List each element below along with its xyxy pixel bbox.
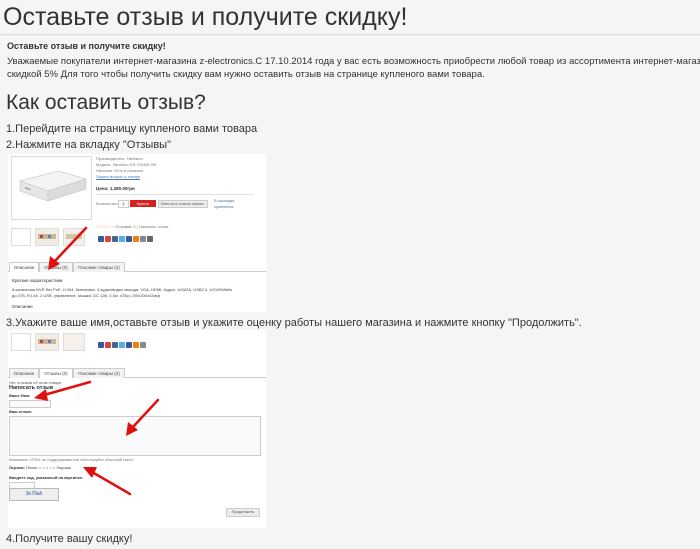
odnoklassniki-share-icon[interactable] (133, 236, 139, 242)
wishlist-button[interactable]: Внести в список желан. (158, 200, 208, 208)
share-icon[interactable] (126, 236, 132, 242)
manufacturer: Производитель: Hikvision (96, 156, 143, 161)
desc-text-2: до 4ТБ, RJ-45, 2 USB, управление, мышка,… (12, 293, 161, 298)
red-arrow-icon (126, 398, 160, 436)
intro-line-1: Уважаемые покупатели интернет-магазина z… (7, 56, 700, 67)
review-label: Ваш отзыв: (9, 409, 33, 414)
ask-question-link[interactable]: Задать вопрос о товаре (96, 174, 140, 179)
screenshot-product-page: Производитель: Hikvision Модель: Hikvisi… (8, 154, 266, 312)
board-image (38, 339, 56, 344)
qty-label: Количество: (96, 201, 119, 206)
nvr-device-image (18, 170, 88, 202)
intro-text: Уважаемые покупатели интернет-магазина z… (7, 55, 700, 81)
star-rating-icon: ☆☆☆☆☆ (96, 224, 114, 229)
red-arrow-icon (83, 467, 132, 496)
twitter-share-icon[interactable] (119, 342, 125, 348)
rating-radio[interactable]: ○ (49, 465, 51, 470)
rating-radio[interactable]: ○ (46, 465, 48, 470)
rating-radio[interactable]: ○ (39, 465, 41, 470)
twitter-share-icon[interactable] (119, 236, 125, 242)
captcha-image: 3e79ab (9, 488, 59, 501)
step-3: 3.Укажите ваше имя,оставьте отзыв и укаж… (6, 317, 582, 329)
page-title: Оставьте отзыв и получите скидку! (3, 3, 408, 31)
rating-radio[interactable]: ○ (53, 465, 55, 470)
product-image (11, 156, 92, 220)
buy-button[interactable]: Купить (130, 200, 156, 207)
desc-footer: Описание (12, 304, 33, 309)
product-thumbnail[interactable] (11, 333, 31, 351)
product-thumbnail[interactable] (63, 333, 85, 351)
share-icon[interactable] (147, 236, 153, 242)
share-icon[interactable] (126, 342, 132, 348)
rating-radio[interactable]: ○ (42, 465, 44, 470)
continue-button[interactable]: Продолжить (226, 508, 260, 517)
bookmarks-link[interactable]: В закладки (214, 198, 235, 203)
product-thumbnail[interactable] (11, 228, 31, 246)
red-arrow-icon (34, 380, 92, 401)
step-1: 1.Перейдите на страницу купленого вами т… (6, 123, 258, 135)
title-divider (0, 34, 700, 35)
intro-line-2: скидкой 5% Для того чтобы получить скидк… (7, 69, 485, 80)
facebook-share-icon[interactable] (98, 342, 104, 348)
facebook-share-icon[interactable] (98, 236, 104, 242)
product-thumbnail[interactable] (35, 333, 59, 351)
red-arrow-icon (48, 226, 88, 270)
share-icon[interactable] (105, 236, 111, 242)
desc-heading: Краткие характеристики (12, 278, 63, 283)
share-icon[interactable] (140, 236, 146, 242)
screenshot-review-form: Описание Отзывы (0) Похожие товары (2) Н… (8, 330, 266, 528)
divider (96, 194, 254, 195)
compare-link[interactable]: сравнение (214, 204, 234, 209)
step-4: 4.Получите вашу скидку! (6, 533, 133, 545)
vk-share-icon[interactable] (112, 342, 118, 348)
share-icon[interactable] (105, 342, 111, 348)
qty-input[interactable]: 1 (118, 200, 129, 208)
share-icon[interactable] (140, 342, 146, 348)
intro-heading: Оставьте отзыв и получите скидку! (7, 41, 166, 51)
model: Модель: Hikvision DS-7104NI-SN (96, 162, 157, 167)
availability: Наличие: Есть в наличии (96, 168, 143, 173)
tab-description[interactable]: Описание (9, 262, 39, 272)
desc-text: 8-канальная NVR без PoE, H.264, 5мегапик… (12, 287, 233, 292)
odnoklassniki-share-icon[interactable] (133, 342, 139, 348)
reviews-link[interactable]: ☆☆☆☆☆ Отзывов: 0 | Написать отзыв (96, 224, 168, 229)
price: Цена: 1,380.00грн (96, 186, 135, 191)
captcha-label: Введите код, указанный на картинке: (9, 475, 84, 480)
how-heading: Как оставить отзыв? (6, 91, 206, 114)
rating-row: Оценка: Плохо ○ ○ ○ ○ ○ Хорошо (9, 465, 72, 470)
step-2: 2.Нажмите на вкладку "Отзывы" (6, 139, 171, 151)
vk-share-icon[interactable] (112, 236, 118, 242)
